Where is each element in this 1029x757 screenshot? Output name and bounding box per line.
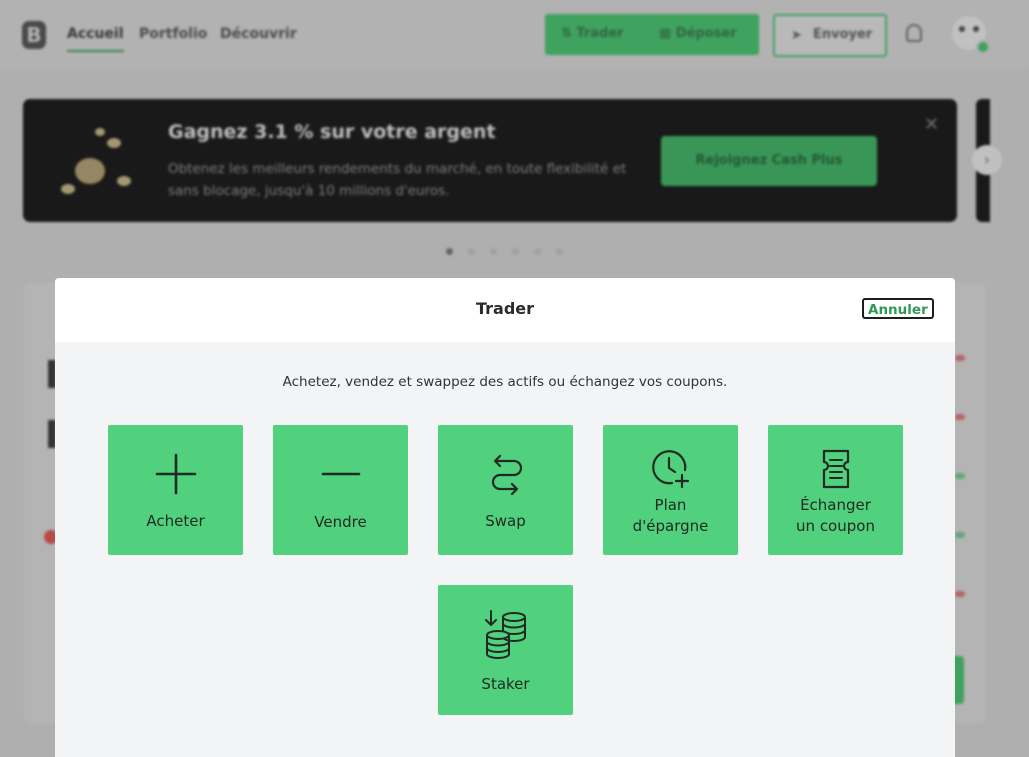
minus-icon: [321, 472, 360, 476]
trader-modal: Trader Annuler Achetez, vendez et swappe…: [55, 278, 955, 757]
stake-label: Staker: [481, 675, 530, 693]
sell-button[interactable]: Vendre: [273, 425, 408, 555]
receipt-icon: [822, 449, 849, 489]
redeem-coupon-button[interactable]: Échanger un coupon: [768, 425, 903, 555]
plus-icon: [155, 453, 196, 495]
savings-plan-label-line1: Plan: [654, 496, 687, 514]
redeem-coupon-label-line1: Échanger: [800, 496, 871, 514]
coin-stack-icon: [484, 610, 526, 659]
modal-header: Trader Annuler: [55, 278, 955, 342]
savings-plan-label-line2: d'épargne: [632, 517, 709, 535]
savings-plan-button[interactable]: Plan d'épargne: [603, 425, 738, 555]
sell-label: Vendre: [314, 513, 367, 531]
swap-button[interactable]: Swap: [438, 425, 573, 555]
swap-label: Swap: [485, 512, 526, 530]
redeem-coupon-label-line2: un coupon: [796, 517, 875, 535]
modal-description: Achetez, vendez et swappez des actifs ou…: [282, 374, 728, 390]
swap-arrows-icon: [491, 454, 522, 495]
cancel-button[interactable]: Annuler: [862, 298, 934, 319]
clock-plus-icon: [651, 450, 689, 489]
stake-button[interactable]: Staker: [438, 585, 573, 715]
buy-label: Acheter: [146, 512, 205, 530]
modal-title: Trader: [475, 299, 535, 318]
buy-button[interactable]: Acheter: [108, 425, 243, 555]
